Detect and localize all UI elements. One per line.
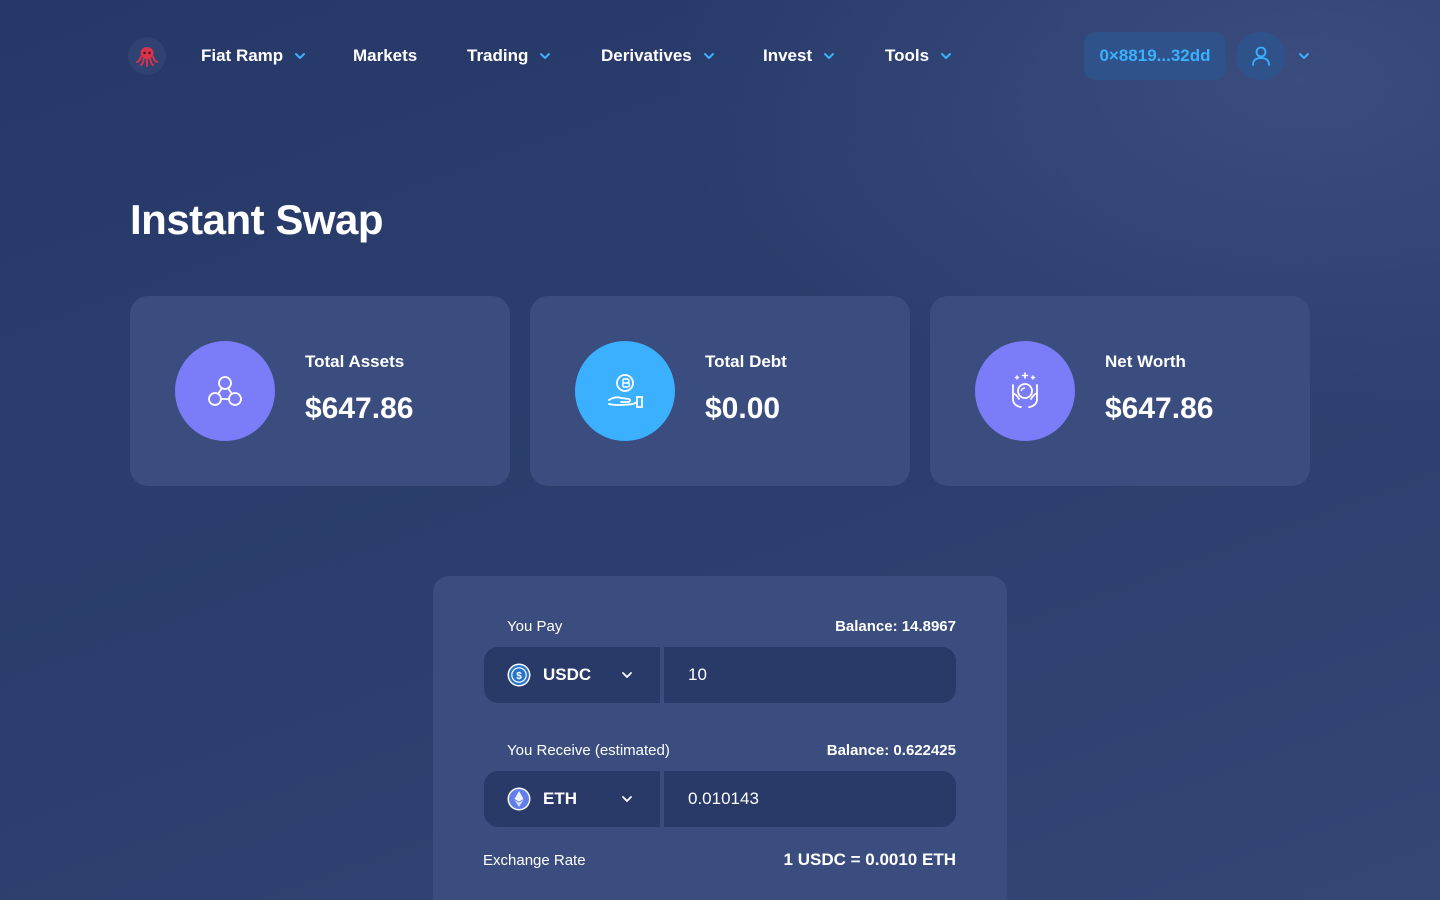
pay-balance: Balance: 14.8967 bbox=[835, 618, 956, 635]
stat-icon-circle bbox=[575, 341, 675, 441]
exchange-rate-value: 1 USDC = 0.0010 ETH bbox=[783, 850, 956, 869]
eth-icon bbox=[507, 787, 531, 811]
chevron-down-icon bbox=[295, 53, 306, 59]
swap-panel: You Pay Balance: 14.8967 $ USDC You Rece… bbox=[433, 576, 1007, 900]
receive-token-select[interactable]: ETH bbox=[484, 771, 660, 827]
top-navigation: Fiat Ramp Markets Trading Derivatives In… bbox=[0, 0, 1440, 112]
receive-token-row: ETH bbox=[484, 771, 956, 827]
chevron-down-icon bbox=[941, 53, 952, 59]
user-icon bbox=[1252, 46, 1270, 66]
usdc-icon: $ bbox=[507, 663, 531, 687]
exchange-rate-label: Exchange Rate bbox=[483, 852, 586, 869]
nav-item-tools[interactable]: Tools bbox=[885, 44, 953, 68]
you-receive-label: You Receive (estimated) bbox=[507, 742, 670, 759]
logo[interactable] bbox=[128, 37, 166, 75]
wallet-address: 0×8819...32dd bbox=[1099, 46, 1211, 65]
nav-item-label: Tools bbox=[885, 46, 930, 65]
octopus-icon bbox=[136, 47, 158, 67]
stat-value: $647.86 bbox=[1105, 392, 1214, 425]
stat-label: Net Worth bbox=[1105, 352, 1186, 371]
nav-item-fiat-ramp[interactable]: Fiat Ramp bbox=[201, 44, 307, 68]
pay-token-symbol: USDC bbox=[543, 665, 592, 684]
you-pay-label: You Pay bbox=[507, 618, 563, 635]
stat-card-total-debt: Total Debt $0.00 bbox=[530, 296, 910, 486]
stat-value: $0.00 bbox=[705, 392, 781, 425]
nav-item-label: Derivatives bbox=[601, 46, 692, 65]
nav-item-label: Trading bbox=[467, 46, 529, 65]
wallet-address-button[interactable]: 0×8819...32dd bbox=[1084, 32, 1226, 80]
stat-label: Total Debt bbox=[705, 352, 787, 371]
nav-item-markets[interactable]: Markets bbox=[353, 44, 417, 68]
svg-text:$: $ bbox=[516, 671, 522, 682]
receive-balance: Balance: 0.622425 bbox=[826, 742, 956, 759]
pay-token-select[interactable]: $ USDC bbox=[484, 647, 660, 703]
account-menu-chevron-down-icon[interactable] bbox=[1297, 49, 1311, 63]
stat-card-total-assets: Total Assets $647.86 bbox=[130, 296, 510, 486]
account-button[interactable] bbox=[1236, 32, 1286, 80]
page-title: Instant Swap bbox=[130, 196, 384, 243]
stat-icon-circle bbox=[175, 341, 275, 441]
nav-item-trading[interactable]: Trading bbox=[467, 44, 552, 68]
chevron-down-icon bbox=[703, 53, 714, 59]
stat-card-net-worth: Net Worth $647.86 bbox=[930, 296, 1310, 486]
nav-item-label: Invest bbox=[763, 46, 813, 65]
chevron-down-icon bbox=[824, 53, 835, 59]
nav-item-label: Markets bbox=[353, 46, 418, 65]
chevron-down-icon bbox=[622, 672, 632, 678]
stat-icon-circle bbox=[975, 341, 1075, 441]
receive-amount-input[interactable] bbox=[664, 771, 956, 827]
pay-token-row: $ USDC bbox=[484, 647, 956, 703]
pay-amount-input[interactable] bbox=[664, 647, 956, 703]
network-nodes-icon bbox=[208, 376, 242, 406]
receive-token-symbol: ETH bbox=[543, 789, 577, 808]
nav-item-label: Fiat Ramp bbox=[201, 46, 284, 65]
nav-item-derivatives[interactable]: Derivatives bbox=[601, 44, 716, 68]
chevron-down-icon bbox=[540, 53, 551, 59]
stat-label: Total Assets bbox=[305, 352, 405, 371]
chevron-down-icon bbox=[622, 796, 632, 802]
stat-value: $647.86 bbox=[305, 392, 414, 425]
nav-item-invest[interactable]: Invest bbox=[763, 44, 836, 68]
bitcoin-hand-icon bbox=[608, 374, 643, 408]
hands-coin-sparkle-icon bbox=[1012, 372, 1038, 408]
